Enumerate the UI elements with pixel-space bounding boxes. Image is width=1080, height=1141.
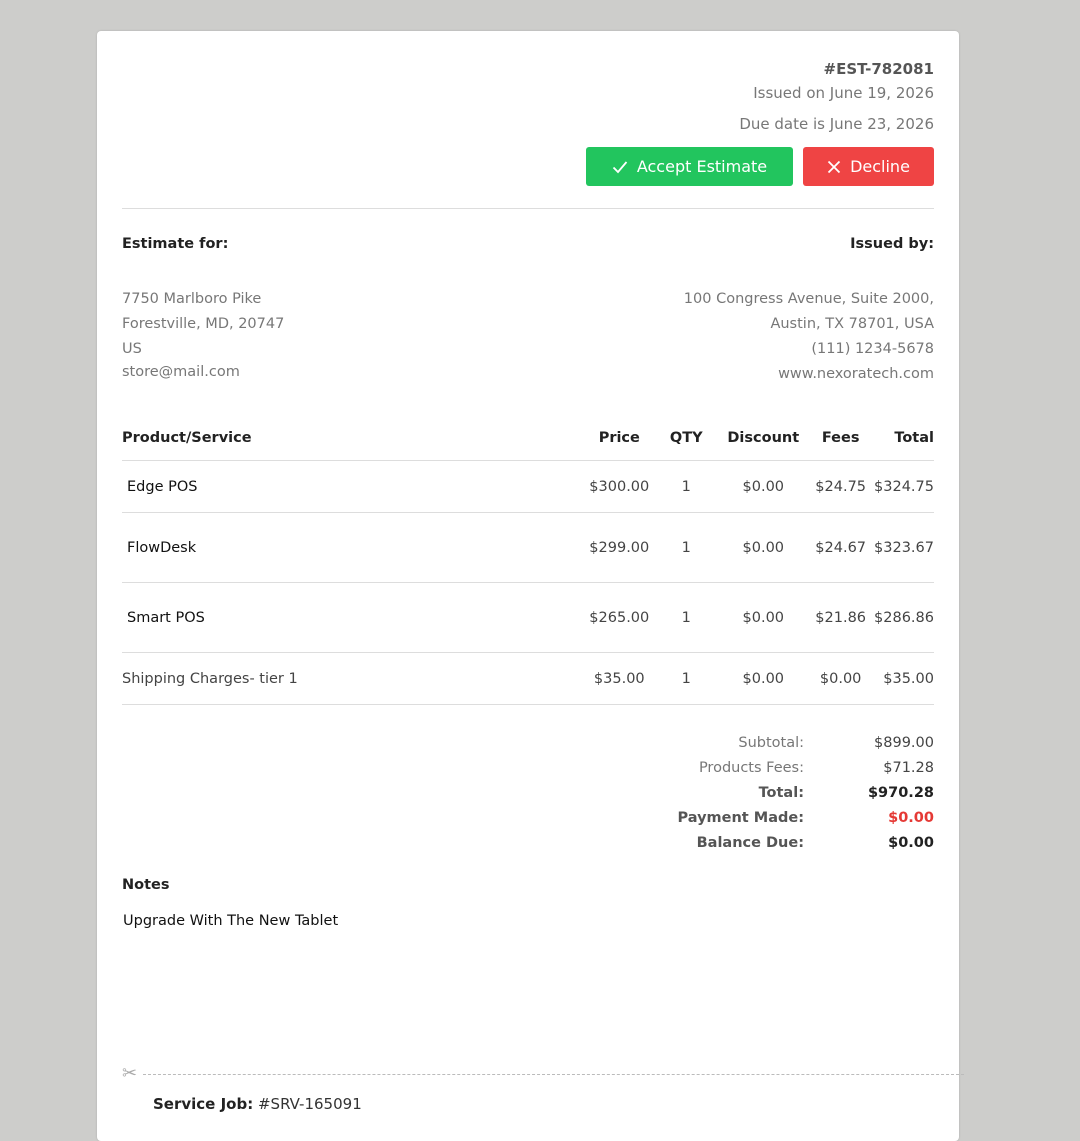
table-row: Shipping Charges- tier 1 $35.00 1 $0.00 … bbox=[122, 652, 934, 705]
close-icon bbox=[827, 160, 841, 173]
subtotal-row: Subtotal: $899.00 bbox=[594, 730, 934, 755]
item-fees: $21.86 bbox=[811, 582, 871, 653]
item-total: $324.75 bbox=[870, 460, 934, 513]
customer-country: US bbox=[122, 341, 142, 357]
column-header-total: Total bbox=[870, 415, 934, 461]
accept-estimate-button[interactable]: Accept Estimate bbox=[586, 147, 793, 186]
accept-estimate-label: Accept Estimate bbox=[636, 157, 768, 176]
customer-address-line: 7750 Marlboro Pike bbox=[122, 291, 262, 307]
item-price: $35.00 bbox=[581, 652, 658, 705]
cut-line: ✂ bbox=[122, 1065, 964, 1083]
subtotal-label: Subtotal: bbox=[738, 734, 804, 751]
estimate-header: #EST-782081 Issued on June 19, 2026 Due … bbox=[739, 59, 934, 134]
check-icon bbox=[612, 160, 628, 173]
estimate-for-label: Estimate for: bbox=[122, 236, 229, 252]
item-discount: $0.00 bbox=[715, 652, 812, 705]
item-fees: $0.00 bbox=[811, 652, 871, 705]
issuer-address-line: 100 Congress Avenue, Suite 2000, bbox=[683, 291, 934, 307]
products-fees-value: $71.28 bbox=[883, 759, 934, 776]
header-divider bbox=[122, 208, 934, 209]
column-header-fees: Fees bbox=[811, 415, 871, 461]
customer-address-line: Forestville, MD, 20747 bbox=[122, 316, 285, 332]
customer-address: 7750 Marlboro Pike Forestville, MD, 2074… bbox=[122, 287, 284, 382]
due-date: Due date is June 23, 2026 bbox=[739, 115, 934, 133]
item-total: $323.67 bbox=[870, 512, 934, 583]
decline-label: Decline bbox=[850, 157, 910, 176]
payment-made-row: Payment Made: $0.00 bbox=[594, 805, 935, 830]
estimate-number: #EST-782081 bbox=[823, 60, 935, 78]
issued-date: Issued on June 19, 2026 bbox=[753, 84, 934, 102]
table-row: Edge POS $300.00 1 $0.00 $24.75 $324.75 bbox=[122, 460, 934, 513]
estimate-actions: Accept Estimate Decline bbox=[586, 147, 934, 186]
products-fees-label: Products Fees: bbox=[698, 759, 804, 776]
totals-summary: Subtotal: $899.00 Products Fees: $71.28 … bbox=[594, 730, 935, 855]
table-row: FlowDesk $299.00 1 $0.00 $24.67 $323.67 bbox=[122, 512, 934, 583]
item-name: Edge POS bbox=[122, 460, 582, 513]
item-name: Shipping Charges- tier 1 bbox=[122, 652, 582, 705]
column-header-qty: QTY bbox=[657, 415, 716, 461]
item-price: $265.00 bbox=[581, 582, 658, 653]
balance-due-value: $0.00 bbox=[888, 834, 934, 851]
balance-due-label: Balance Due: bbox=[696, 834, 804, 851]
balance-due-row: Balance Due: $0.00 bbox=[594, 830, 934, 855]
item-qty: 1 bbox=[657, 460, 716, 513]
estimate-card: #EST-782081 Issued on June 19, 2026 Due … bbox=[97, 31, 964, 1141]
products-fees-row: Products Fees: $71.28 bbox=[594, 755, 934, 780]
table-header-row: Product/Service Price QTY Discount Fees … bbox=[122, 415, 934, 461]
dashed-divider bbox=[143, 1073, 964, 1075]
item-price: $300.00 bbox=[581, 460, 658, 513]
payment-made-label: Payment Made: bbox=[677, 809, 805, 826]
issuer-website: www.nexoratech.com bbox=[778, 366, 934, 382]
item-fees: $24.67 bbox=[811, 512, 871, 583]
item-discount: $0.00 bbox=[715, 582, 812, 653]
items-table: Product/Service Price QTY Discount Fees … bbox=[122, 415, 934, 705]
service-job: Service Job: #SRV-165091 bbox=[153, 1095, 362, 1113]
item-discount: $0.00 bbox=[715, 512, 812, 583]
column-header-price: Price bbox=[581, 415, 658, 461]
payment-made-value: $0.00 bbox=[888, 809, 934, 826]
table-row: Smart POS $265.00 1 $0.00 $21.86 $286.86 bbox=[122, 582, 934, 653]
notes-title: Notes bbox=[122, 877, 170, 893]
issuer-address: 100 Congress Avenue, Suite 2000, Austin,… bbox=[684, 287, 934, 387]
column-header-product: Product/Service bbox=[122, 415, 582, 461]
issuer-phone: (111) 1234-5678 bbox=[811, 341, 934, 357]
item-price: $299.00 bbox=[581, 512, 658, 583]
item-total: $286.86 bbox=[870, 582, 934, 653]
item-qty: 1 bbox=[657, 652, 716, 705]
service-job-label: Service Job: bbox=[153, 1095, 254, 1113]
total-row: Total: $970.28 bbox=[594, 780, 934, 805]
issued-by-label: Issued by: bbox=[850, 236, 934, 252]
subtotal-value: $899.00 bbox=[874, 734, 934, 751]
decline-button[interactable]: Decline bbox=[803, 147, 934, 186]
total-value: $970.28 bbox=[867, 784, 934, 801]
item-fees: $24.75 bbox=[811, 460, 871, 513]
column-header-discount: Discount bbox=[715, 415, 812, 461]
scissors-icon: ✂ bbox=[122, 1063, 138, 1084]
item-total: $35.00 bbox=[870, 652, 934, 705]
item-qty: 1 bbox=[657, 582, 716, 653]
item-name: FlowDesk bbox=[122, 512, 582, 583]
service-job-number: #SRV-165091 bbox=[257, 1095, 362, 1113]
item-discount: $0.00 bbox=[715, 460, 812, 513]
total-label: Total: bbox=[758, 784, 804, 801]
item-name: Smart POS bbox=[122, 582, 582, 653]
notes-text: Upgrade With The New Tablet bbox=[123, 913, 339, 929]
item-qty: 1 bbox=[657, 512, 716, 583]
customer-email: store@mail.com bbox=[122, 364, 240, 380]
issuer-address-line: Austin, TX 78701, USA bbox=[770, 316, 934, 332]
